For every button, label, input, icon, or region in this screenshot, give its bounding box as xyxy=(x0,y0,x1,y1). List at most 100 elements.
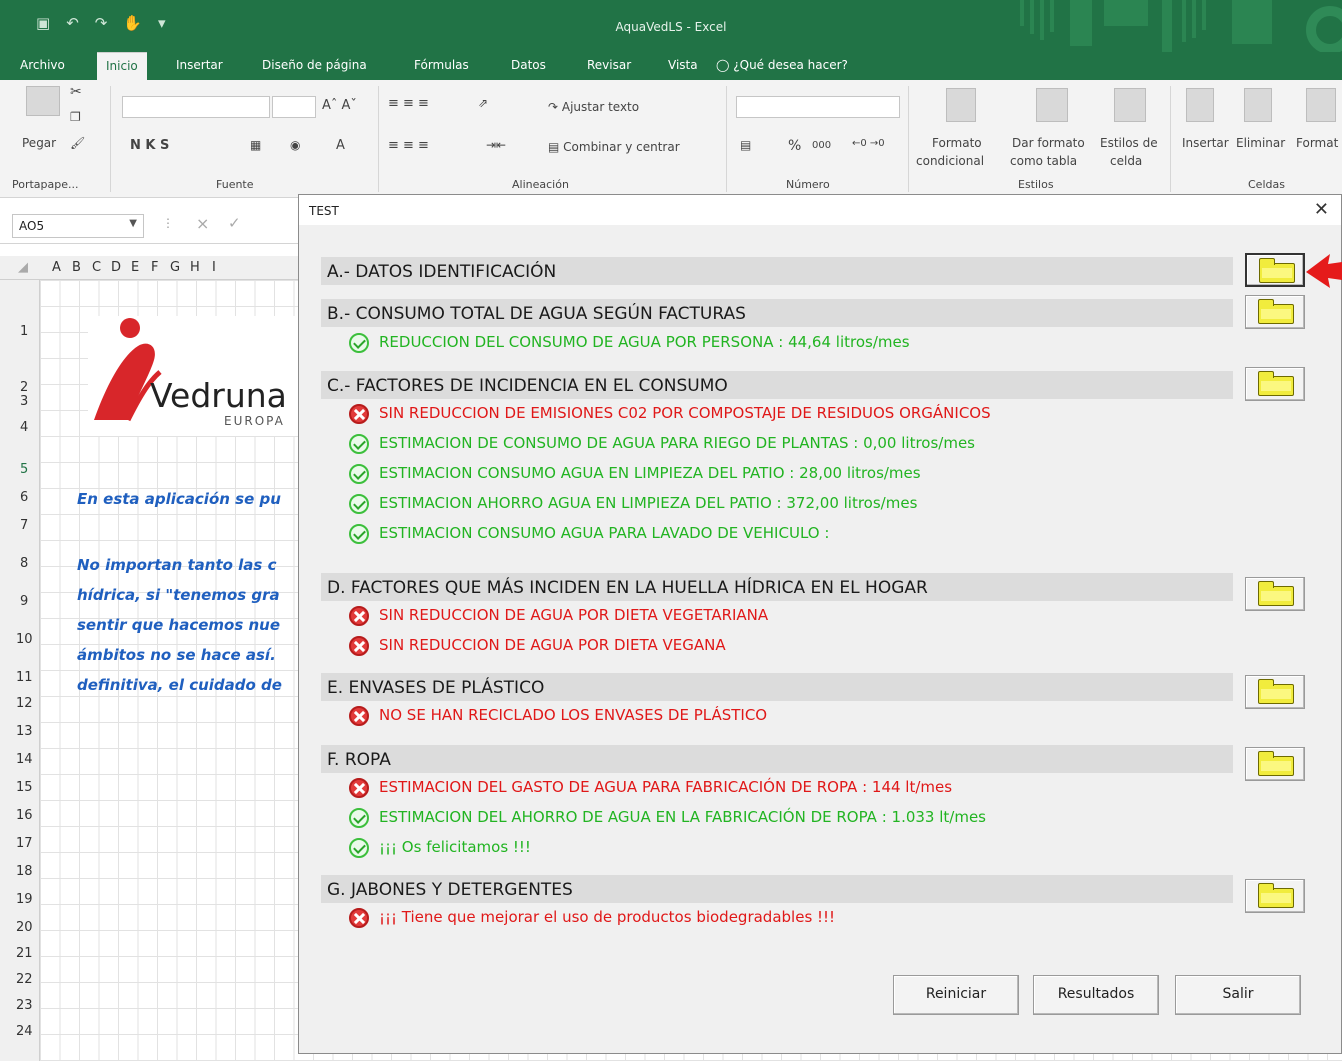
thousands-button[interactable]: 000 xyxy=(812,140,831,151)
currency-icon[interactable]: ▤ xyxy=(740,138,751,152)
copy-icon[interactable]: ❐ xyxy=(70,110,81,124)
section-label: E. ENVASES DE PLÁSTICO xyxy=(327,678,545,698)
grow-font-icon[interactable]: Aˆ Aˇ xyxy=(322,98,357,113)
open-section-b-button[interactable] xyxy=(1245,295,1305,329)
row-header[interactable]: 19 xyxy=(0,892,38,907)
row-header[interactable]: 4 xyxy=(0,420,38,435)
tab-insertar[interactable]: Insertar xyxy=(176,58,223,72)
format-cells-icon[interactable] xyxy=(1306,88,1336,122)
format-cells-button[interactable]: Format xyxy=(1296,136,1338,150)
confirm-icon[interactable]: ✓ xyxy=(228,214,241,232)
section-f: F. ROPA xyxy=(321,745,1233,773)
cell-styles-line1[interactable]: Estilos de xyxy=(1100,136,1158,150)
tab-inicio[interactable]: Inicio xyxy=(97,52,147,80)
open-section-e-button[interactable] xyxy=(1245,675,1305,709)
bold-italic-underline-buttons[interactable]: N K S xyxy=(130,138,169,153)
cell-styles-line2[interactable]: celda xyxy=(1110,154,1142,168)
row-header[interactable]: 1 xyxy=(0,324,38,339)
paste-button[interactable]: Pegar xyxy=(22,136,56,150)
row-header[interactable]: 10 xyxy=(0,632,38,647)
borders-icon[interactable]: ▦ xyxy=(250,138,261,152)
exit-button[interactable]: Salir xyxy=(1175,975,1301,1015)
row-header[interactable]: 7 xyxy=(0,518,38,533)
cond-format-line1[interactable]: Formato xyxy=(932,136,982,150)
row-header[interactable]: 18 xyxy=(0,864,38,879)
row-header[interactable]: 24 xyxy=(0,1024,38,1039)
column-header[interactable]: H xyxy=(190,260,200,275)
align-center-icon[interactable]: ≡ ≡ ≡ xyxy=(388,138,429,153)
cancel-icon[interactable]: × xyxy=(196,214,209,233)
decimal-icon[interactable]: ←0 →0 xyxy=(852,138,885,149)
open-section-f-button[interactable] xyxy=(1245,747,1305,781)
reset-button[interactable]: Reiniciar xyxy=(893,975,1019,1015)
column-header[interactable]: D xyxy=(111,260,121,275)
tab-vista[interactable]: Vista xyxy=(668,58,698,72)
table-format-line1[interactable]: Dar formato xyxy=(1012,136,1085,150)
row-header[interactable]: 6 xyxy=(0,490,38,505)
row-header[interactable]: 3 xyxy=(0,394,38,409)
tab-archivo[interactable]: Archivo xyxy=(20,58,65,72)
row-header[interactable]: 23 xyxy=(0,998,38,1013)
row-header[interactable]: 2 xyxy=(0,380,38,395)
column-header[interactable]: F xyxy=(151,260,158,275)
table-format-line2[interactable]: como tabla xyxy=(1010,154,1077,168)
select-all-icon[interactable]: ◢ xyxy=(18,260,28,275)
delete-cells-button[interactable]: Eliminar xyxy=(1236,136,1285,150)
row-header[interactable]: 20 xyxy=(0,920,38,935)
test-dialog: TEST ✕ A.- DATOS IDENTIFICACIÓN B.- CONS… xyxy=(298,194,1342,1054)
format-painter-icon[interactable]: 🖌 xyxy=(70,136,85,150)
column-header[interactable]: C xyxy=(92,260,101,275)
row-header[interactable]: 17 xyxy=(0,836,38,851)
row-header[interactable]: 16 xyxy=(0,808,38,823)
tab-diseno[interactable]: Diseño de página xyxy=(262,58,367,72)
row-header[interactable]: 14 xyxy=(0,752,38,767)
open-section-a-button[interactable] xyxy=(1245,253,1305,287)
tab-datos[interactable]: Datos xyxy=(511,58,546,72)
chevron-down-icon[interactable]: ▼ xyxy=(129,218,137,229)
conditional-format-icon[interactable] xyxy=(946,88,976,122)
number-format-box[interactable] xyxy=(736,96,900,118)
table-format-icon[interactable] xyxy=(1036,88,1068,122)
open-section-d-button[interactable] xyxy=(1245,577,1305,611)
tab-revisar[interactable]: Revisar xyxy=(587,58,631,72)
column-header[interactable]: E xyxy=(131,260,139,275)
row-header[interactable]: 8 xyxy=(0,556,38,571)
open-section-c-button[interactable] xyxy=(1245,367,1305,401)
font-size-box[interactable] xyxy=(272,96,316,118)
row-header[interactable]: 12 xyxy=(0,696,38,711)
tell-me-box[interactable]: ◯ ¿Qué desea hacer? xyxy=(716,58,848,72)
font-color-icon[interactable]: A xyxy=(336,138,345,153)
fill-color-icon[interactable]: ◉ xyxy=(290,138,300,152)
row-header[interactable]: 15 xyxy=(0,780,38,795)
paste-icon[interactable] xyxy=(26,86,60,116)
row-header[interactable]: 22 xyxy=(0,972,38,987)
percent-button[interactable]: % xyxy=(788,138,801,154)
results-button[interactable]: Resultados xyxy=(1033,975,1159,1015)
column-header[interactable]: A xyxy=(52,260,61,275)
folder-icon xyxy=(1258,751,1294,776)
indent-icon[interactable]: ⇥⇤ xyxy=(486,138,506,152)
orientation-icon[interactable]: ⇗ xyxy=(478,96,488,110)
row-header[interactable]: 21 xyxy=(0,946,38,961)
align-top-icon[interactable]: ≡ ≡ ≡ xyxy=(388,96,429,111)
column-header[interactable]: B xyxy=(72,260,81,275)
row-header[interactable]: 13 xyxy=(0,724,38,739)
wrap-text-button[interactable]: ↷ Ajustar texto xyxy=(548,100,639,114)
cut-icon[interactable]: ✂ xyxy=(70,84,82,100)
row-header[interactable]: 11 xyxy=(0,670,38,685)
open-section-g-button[interactable] xyxy=(1245,879,1305,913)
column-header[interactable]: I xyxy=(212,260,216,275)
insert-cells-icon[interactable] xyxy=(1186,88,1214,122)
row-header[interactable]: 5 xyxy=(0,462,38,477)
name-box[interactable]: AO5 ▼ xyxy=(12,214,144,238)
cell-styles-icon[interactable] xyxy=(1114,88,1146,122)
delete-cells-icon[interactable] xyxy=(1244,88,1272,122)
font-name-box[interactable] xyxy=(122,96,270,118)
column-header[interactable]: G xyxy=(170,260,180,275)
insert-cells-button[interactable]: Insertar xyxy=(1182,136,1229,150)
tab-formulas[interactable]: Fórmulas xyxy=(414,58,469,72)
cond-format-line2[interactable]: condicional xyxy=(916,154,984,168)
merge-center-button[interactable]: ▤ Combinar y centrar xyxy=(548,140,680,154)
row-header[interactable]: 9 xyxy=(0,594,38,609)
close-icon[interactable]: ✕ xyxy=(1314,199,1329,220)
